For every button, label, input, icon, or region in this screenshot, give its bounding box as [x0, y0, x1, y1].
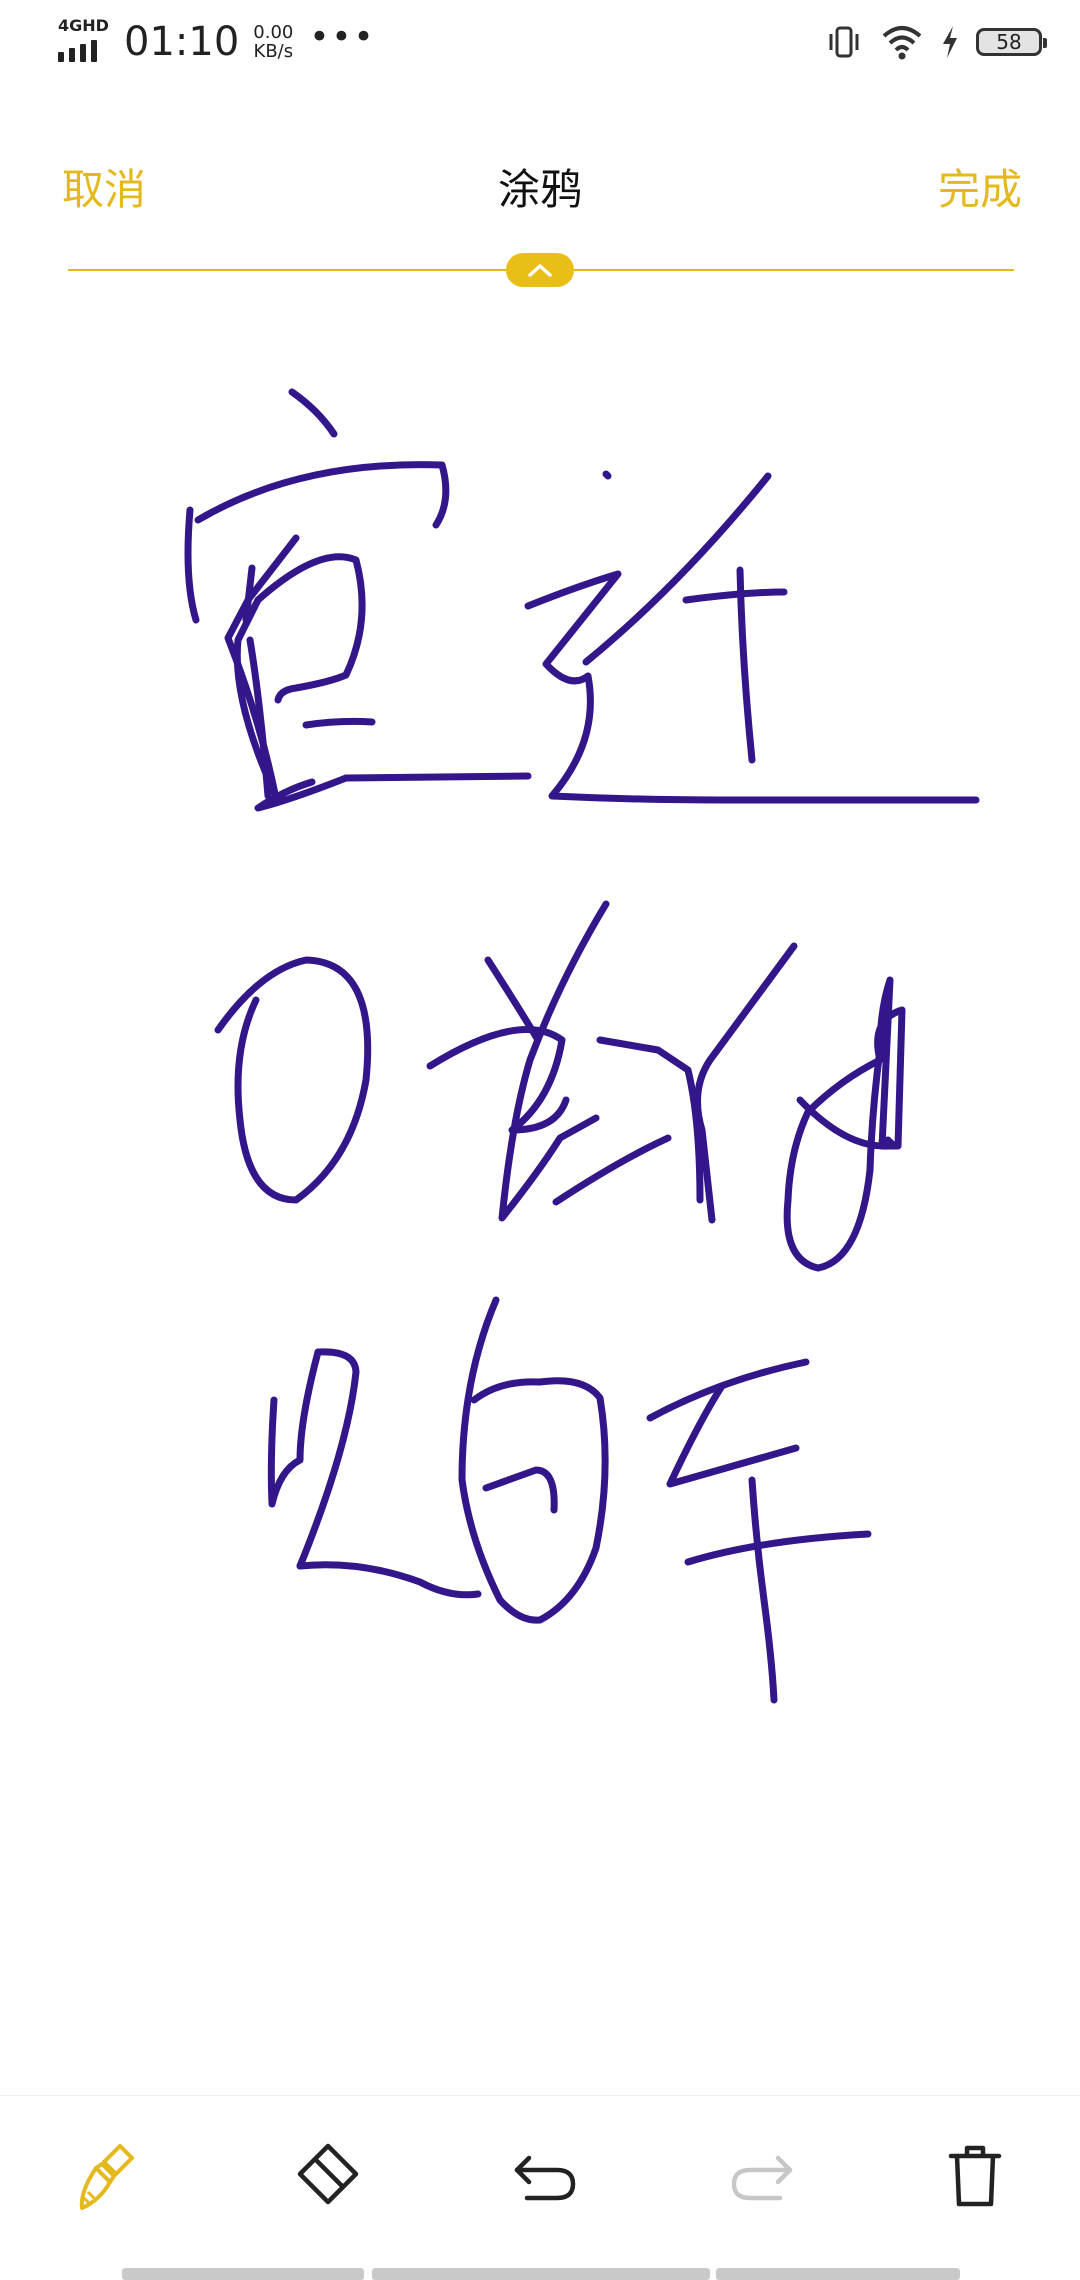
undo-button[interactable] [505, 2136, 585, 2216]
ink-strokes [184, 388, 980, 1704]
delete-button[interactable] [935, 2136, 1015, 2216]
delete-icon [948, 2145, 1002, 2207]
nav-bar-segment [372, 2268, 710, 2280]
doodle-screen: 4GHD 01:10 0.00 KB/s ••• 58 取消 涂鸦 完成 [0, 0, 1080, 2280]
eraser-tool-button[interactable] [288, 2136, 368, 2216]
brush-icon [79, 2144, 134, 2210]
redo-button[interactable] [722, 2136, 802, 2216]
nav-bar-segment [122, 2268, 364, 2280]
brush-tool-button[interactable] [70, 2136, 150, 2216]
redo-icon [731, 2155, 793, 2201]
eraser-icon [297, 2143, 359, 2205]
drawing-canvas[interactable] [0, 290, 1080, 2090]
nav-bar-segment [716, 2268, 960, 2280]
undo-icon [514, 2155, 576, 2201]
doodle-toolbar [0, 2095, 1080, 2256]
